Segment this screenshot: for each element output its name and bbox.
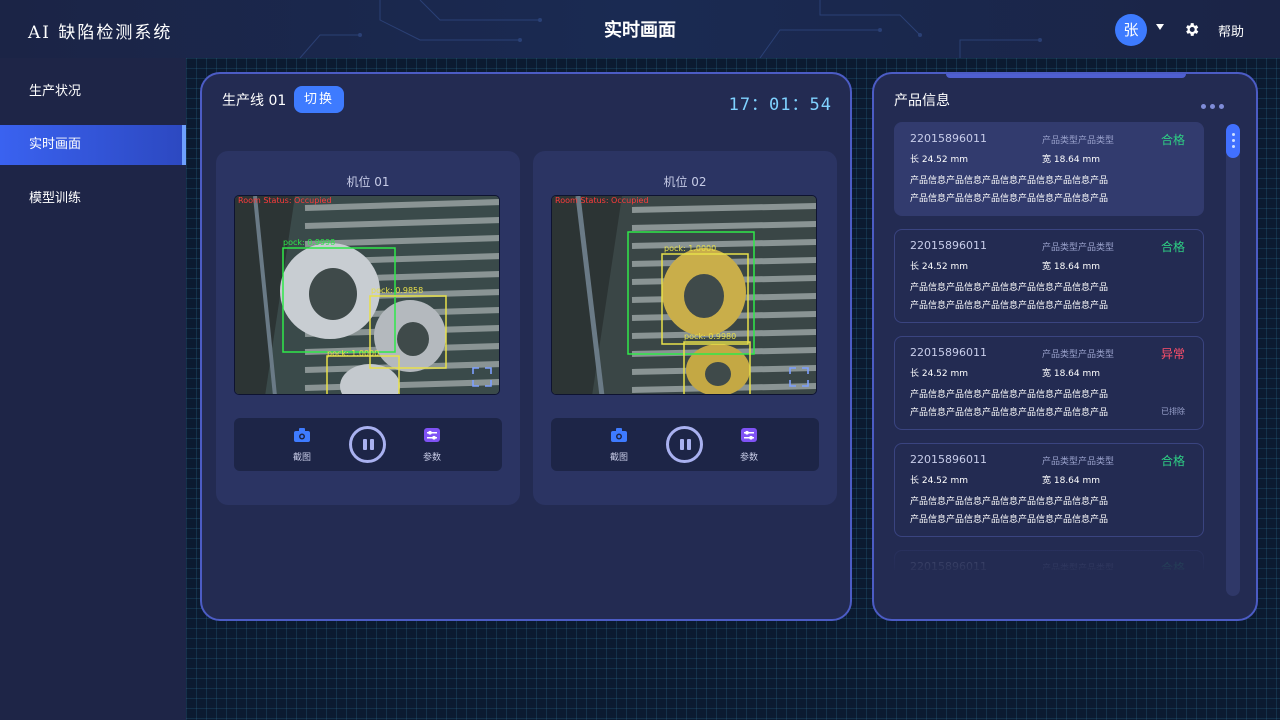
product-width: 宽 18.64 mm — [1042, 262, 1101, 272]
product-id: 22015896011 — [910, 239, 987, 252]
camera-title: 机位 01 — [346, 175, 390, 189]
product-info-line: 产品信息产品信息产品信息产品信息产品信息产品 — [910, 390, 1109, 400]
pause-button[interactable] — [666, 426, 703, 463]
camera-controls: 截图 参数 — [234, 418, 502, 471]
product-info-line: 产品信息产品信息产品信息产品信息产品信息产品 — [910, 515, 1109, 525]
scrollbar-thumb[interactable] — [1226, 124, 1240, 158]
more-dots-icon[interactable] — [1201, 94, 1231, 109]
expand-icon[interactable] — [471, 366, 493, 388]
capture-label: 截图 — [292, 453, 311, 463]
live-view-panel: 生产线 01 切换 17：01：54 机位 01 Room Status: Oc… — [200, 72, 852, 621]
camera-feed-image — [235, 196, 499, 394]
detection-label: pock: 0.9858 — [371, 286, 424, 295]
product-type: 产品类型产品类型 — [1042, 243, 1115, 253]
product-list: 22015896011 产品类型产品类型 合格 长 24.52 mm 宽 18.… — [894, 122, 1206, 570]
scrollbar-track[interactable] — [1226, 124, 1240, 596]
params-label: 参数 — [422, 453, 441, 463]
panel-accent-bar — [946, 74, 1186, 78]
product-length: 长 24.52 mm — [910, 369, 969, 379]
detection-label: pock: 0.9980 — [684, 332, 737, 341]
sliders-icon — [741, 428, 757, 442]
capture-label: 截图 — [609, 453, 628, 463]
product-info-panel: 产品信息 22015896011 产品类型产品类型 合格 长 24.52 mm … — [872, 72, 1258, 621]
product-length: 长 24.52 mm — [910, 155, 969, 165]
product-info-line: 产品信息产品信息产品信息产品信息产品信息产品 — [910, 283, 1109, 293]
sidebar-item-model-training[interactable]: 模型训练 — [0, 179, 186, 219]
product-card[interactable]: 22015896011 产品类型产品类型 异常 长 24.52 mm 宽 18.… — [894, 336, 1204, 430]
product-card[interactable]: 22015896011 产品类型产品类型 合格 长 24.52 mm 宽 18.… — [894, 122, 1204, 216]
excluded-note: 已排除 — [1161, 407, 1185, 416]
status-badge: 合格 — [1161, 454, 1186, 468]
product-length: 长 24.52 mm — [910, 262, 969, 272]
product-card[interactable]: 22015896011 产品类型产品类型 合格 长 24.52 mm 宽 18.… — [894, 229, 1204, 323]
product-info-line: 产品信息产品信息产品信息产品信息产品信息产品 — [910, 408, 1109, 418]
detection-label: pock: 1.0000 — [327, 349, 380, 358]
detection-label: pock: 0.9998 — [283, 238, 336, 247]
overlay-status-text: Room Status: Occupied — [555, 196, 649, 205]
product-info-line: 产品信息产品信息产品信息产品信息产品信息产品 — [910, 176, 1109, 186]
camera-icon — [611, 428, 627, 442]
production-line-title: 生产线 01 — [222, 93, 287, 109]
pause-button[interactable] — [349, 426, 386, 463]
camera-controls: 截图 参数 — [551, 418, 819, 471]
sidebar: 生产状况 实时画面 模型训练 — [0, 58, 186, 720]
detection-label: pock: 1.0000 — [664, 244, 717, 253]
list-fade-overlay — [894, 540, 1206, 572]
product-id: 22015896011 — [910, 453, 987, 466]
overlay-status-text: Room Status: Occupied — [238, 196, 332, 205]
camera-card-2: 机位 02 Room Status: Occupied pock: 1.0000… — [533, 151, 837, 505]
status-badge: 合格 — [1161, 133, 1186, 147]
clock: 17：01：54 — [728, 95, 832, 115]
page-title: 实时画面 — [604, 20, 676, 41]
sidebar-item-production-status[interactable]: 生产状况 — [0, 72, 186, 112]
gear-icon[interactable] — [1183, 21, 1200, 38]
product-width: 宽 18.64 mm — [1042, 155, 1101, 165]
product-info-line: 产品信息产品信息产品信息产品信息产品信息产品 — [910, 194, 1109, 204]
status-badge: 异常 — [1161, 347, 1186, 361]
product-type: 产品类型产品类型 — [1042, 136, 1115, 146]
expand-icon[interactable] — [788, 366, 810, 388]
app-header: AI 缺陷检测系统 实时画面 张 帮助 — [0, 0, 1280, 58]
switch-line-button[interactable]: 切换 — [294, 86, 344, 113]
params-button[interactable]: 参数 — [729, 428, 769, 464]
product-id: 22015896011 — [910, 346, 987, 359]
params-label: 参数 — [739, 453, 758, 463]
camera-feed[interactable]: Room Status: Occupied pock: 1.0000 pock:… — [551, 195, 817, 395]
product-card[interactable]: 22015896011 产品类型产品类型 合格 长 24.52 mm 宽 18.… — [894, 443, 1204, 537]
avatar[interactable]: 张 — [1115, 14, 1147, 46]
camera-title: 机位 02 — [663, 175, 707, 189]
product-width: 宽 18.64 mm — [1042, 476, 1101, 486]
product-type: 产品类型产品类型 — [1042, 350, 1115, 360]
params-button[interactable]: 参数 — [412, 428, 452, 464]
product-width: 宽 18.64 mm — [1042, 369, 1101, 379]
camera-card-1: 机位 01 Room Status: Occupied pock: 0.9998… — [216, 151, 520, 505]
product-id: 22015896011 — [910, 132, 987, 145]
chevron-down-icon[interactable] — [1156, 24, 1164, 30]
status-badge: 合格 — [1161, 240, 1186, 254]
product-panel-title: 产品信息 — [894, 93, 950, 109]
capture-button[interactable]: 截图 — [282, 428, 322, 464]
sliders-icon — [424, 428, 440, 442]
sidebar-item-live-view[interactable]: 实时画面 — [0, 125, 186, 165]
product-length: 长 24.52 mm — [910, 476, 969, 486]
product-type: 产品类型产品类型 — [1042, 457, 1115, 467]
camera-feed[interactable]: Room Status: Occupied pock: 0.9998 pock:… — [234, 195, 500, 395]
product-info-line: 产品信息产品信息产品信息产品信息产品信息产品 — [910, 497, 1109, 507]
capture-button[interactable]: 截图 — [599, 428, 639, 464]
camera-feed-image — [552, 196, 816, 394]
product-info-line: 产品信息产品信息产品信息产品信息产品信息产品 — [910, 301, 1109, 311]
camera-icon — [294, 428, 310, 442]
help-link[interactable]: 帮助 — [1218, 21, 1244, 40]
